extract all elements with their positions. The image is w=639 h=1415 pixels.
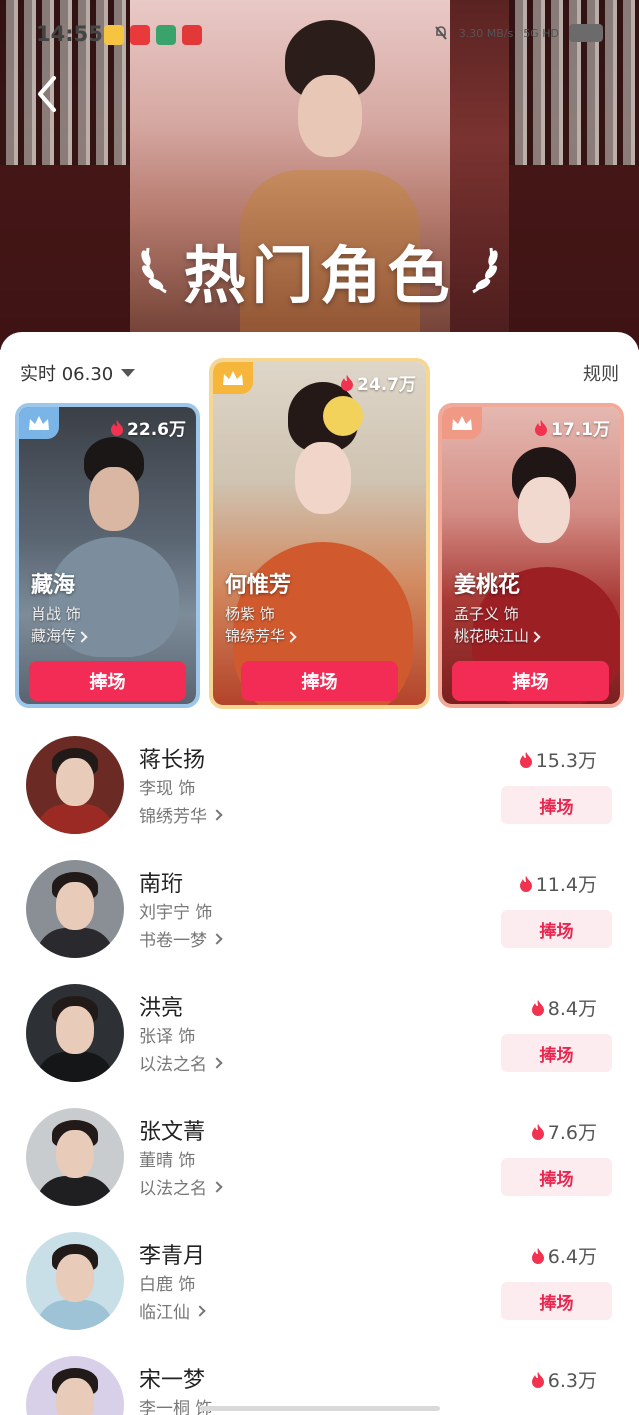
character-name: 张文菁 — [139, 1120, 206, 1145]
character-name: 洪亮 — [139, 996, 184, 1021]
signal-label: 5G HD — [523, 26, 559, 40]
shopping-app-icon — [182, 25, 202, 45]
drama-link[interactable]: 以法之名 — [139, 1050, 223, 1075]
character-name: 李青月 — [139, 1244, 206, 1269]
flame-icon — [519, 751, 532, 768]
character-name: 蒋长扬 — [139, 748, 206, 773]
heat-count: 8.4万 — [531, 994, 597, 1021]
caret-down-icon — [121, 369, 136, 377]
heat-count: 6.3万 — [531, 1366, 597, 1393]
avatar — [26, 736, 124, 834]
crown-icon — [19, 407, 59, 439]
weibo-icon — [104, 25, 124, 45]
rules-link[interactable]: 规则 — [583, 360, 619, 386]
date-filter-dropdown[interactable]: 实时 06.30 — [20, 360, 136, 386]
laurel-right-icon — [472, 247, 498, 294]
character-name: 藏海 — [31, 573, 76, 598]
actor-label: 孟子义 饰 — [454, 605, 519, 623]
cheer-button[interactable]: 捧场 — [501, 910, 612, 948]
heat-count: 15.3万 — [519, 746, 597, 773]
character-name: 何惟芳 — [225, 573, 292, 598]
bank-app-icon — [156, 25, 176, 45]
flame-icon — [531, 1247, 544, 1264]
crown-icon — [442, 407, 482, 439]
actor-label: 肖战 饰 — [31, 605, 81, 623]
cheer-button[interactable]: 捧场 — [501, 1034, 612, 1072]
list-item[interactable]: 张文菁 董晴 饰 以法之名 7.6万 捧场 — [0, 1108, 639, 1232]
cheer-button[interactable]: 捧场 — [501, 1158, 612, 1196]
drama-link[interactable]: 临江仙 — [139, 1298, 206, 1323]
flame-icon — [531, 1123, 544, 1140]
drama-link[interactable]: 锦绣芳华 — [139, 802, 223, 827]
character-name: 南珩 — [139, 872, 184, 897]
chevron-right-icon — [211, 1056, 223, 1069]
drama-link[interactable]: 桃花映江山 — [454, 625, 541, 646]
chevron-right-icon — [211, 932, 223, 945]
chevron-right-icon — [529, 631, 541, 643]
actor-label: 杨紫 饰 — [225, 605, 275, 623]
list-item[interactable]: 洪亮 张译 饰 以法之名 8.4万 捧场 — [0, 984, 639, 1108]
top-card-rank-2[interactable]: 22.6万 藏海 肖战 饰 藏海传 捧场 — [15, 403, 200, 708]
avatar — [26, 984, 124, 1082]
battery-icon — [569, 24, 603, 42]
actor-label: 董晴 饰 — [139, 1151, 196, 1171]
actor-label: 李现 饰 — [139, 779, 196, 799]
avatar — [26, 860, 124, 958]
chevron-right-icon — [194, 1304, 206, 1317]
heat-count: 17.1万 — [534, 415, 610, 440]
network-speed: 3.30 MB/s — [458, 26, 514, 40]
drama-link[interactable]: 书卷一梦 — [139, 926, 223, 951]
chevron-right-icon — [211, 1180, 223, 1193]
cheer-button[interactable]: 捧场 — [241, 661, 398, 701]
home-indicator[interactable] — [200, 1406, 440, 1411]
mute-icon — [434, 26, 447, 40]
actor-label: 李一桐 饰 — [139, 1399, 213, 1415]
status-right-group: 3.30 MB/s 5G HD — [433, 24, 603, 42]
top-card-rank-3[interactable]: 17.1万 姜桃花 孟子义 饰 桃花映江山 捧场 — [438, 403, 624, 708]
actor-label: 张译 饰 — [139, 1027, 196, 1047]
list-item[interactable]: 南珩 刘宇宁 饰 书卷一梦 11.4万 捧场 — [0, 860, 639, 984]
news-app-icon — [130, 25, 150, 45]
avatar — [26, 1356, 124, 1415]
flame-icon — [341, 374, 354, 391]
cheer-button[interactable]: 捧场 — [501, 1282, 612, 1320]
flame-icon — [535, 419, 548, 436]
top-card-rank-1[interactable]: 24.7万 何惟芳 杨紫 饰 锦绣芳华 捧场 — [209, 358, 430, 709]
cheer-button[interactable]: 捧场 — [452, 661, 609, 701]
list-item[interactable]: 蒋长扬 李现 饰 锦绣芳华 15.3万 捧场 — [0, 736, 639, 860]
heat-count: 11.4万 — [519, 870, 597, 897]
flame-icon — [111, 419, 124, 436]
flame-icon — [531, 1371, 544, 1388]
drama-link[interactable]: 锦绣芳华 — [225, 625, 297, 646]
flame-icon — [519, 875, 532, 892]
chevron-right-icon — [76, 631, 88, 643]
crown-icon — [213, 362, 253, 394]
back-arrow-icon[interactable] — [28, 72, 68, 116]
heat-count: 6.4万 — [531, 1242, 597, 1269]
chevron-right-icon — [211, 808, 223, 821]
actor-label: 刘宇宁 饰 — [139, 903, 213, 923]
chevron-right-icon — [285, 631, 297, 643]
avatar — [26, 1232, 124, 1330]
status-notification-icons — [104, 25, 202, 45]
hero-title: 热门角色 — [183, 239, 456, 312]
heat-count: 7.6万 — [531, 1118, 597, 1145]
avatar — [26, 1108, 124, 1206]
list-item[interactable]: 李青月 白鹿 饰 临江仙 6.4万 捧场 — [0, 1232, 639, 1356]
drama-link[interactable]: 藏海传 — [31, 625, 88, 646]
hero-banner: 14:55 3.30 MB/s 5G HD 热门角色 — [0, 0, 639, 350]
date-filter-label: 实时 06.30 — [20, 364, 114, 385]
character-name: 宋一梦 — [139, 1368, 206, 1393]
drama-link[interactable]: 以法之名 — [139, 1174, 223, 1199]
actor-label: 白鹿 饰 — [139, 1275, 196, 1295]
status-time: 14:55 — [36, 22, 103, 46]
flame-icon — [531, 999, 544, 1016]
cheer-button[interactable]: 捧场 — [501, 786, 612, 824]
character-name: 姜桃花 — [454, 573, 521, 598]
cheer-button[interactable]: 捧场 — [29, 661, 186, 701]
heat-count: 22.6万 — [110, 415, 186, 440]
heat-count: 24.7万 — [340, 370, 416, 395]
